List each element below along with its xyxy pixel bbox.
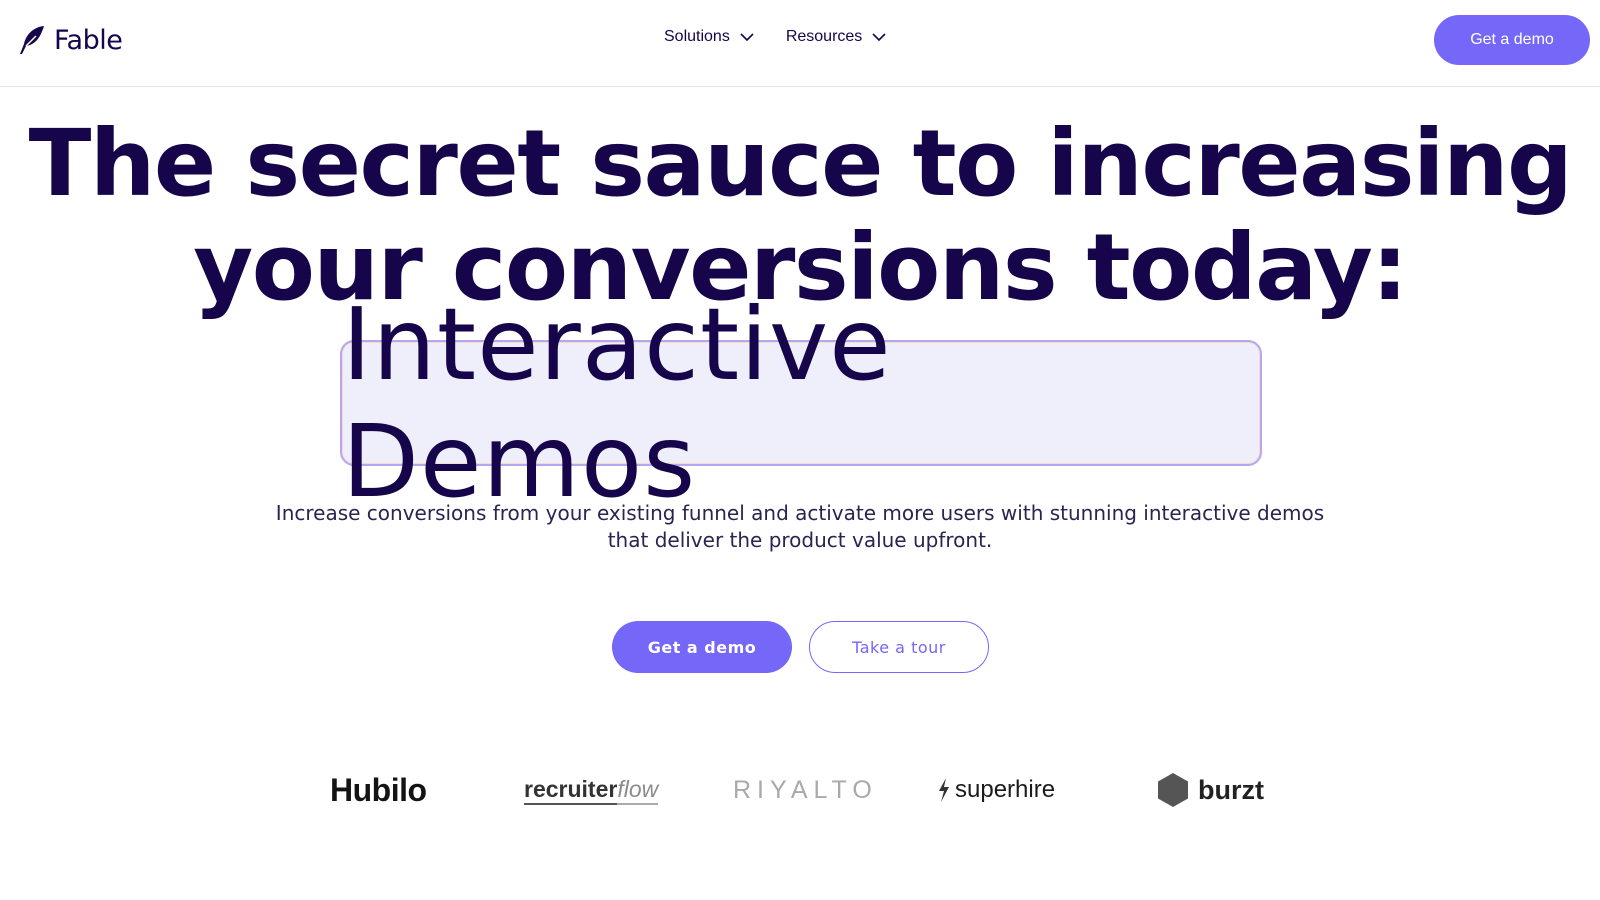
logo-burzt: burzt <box>1156 765 1264 815</box>
hexagon-icon <box>1158 773 1188 807</box>
nav-resources-label: Resources <box>785 28 863 45</box>
chevron-down-icon <box>872 32 886 41</box>
logo-riyalto-text: RIYALTO <box>733 775 878 804</box>
nav-solutions-label: Solutions <box>664 28 730 45</box>
chevron-down-icon <box>740 32 754 41</box>
site-header: Fable Solutions Resources Get a demo <box>0 0 1600 87</box>
logo-recruiterflow: recruiter flow <box>524 765 659 815</box>
hero-title-line1: The secret sauce to increasing <box>28 110 1573 217</box>
hero-subtitle: Increase conversions from your existing … <box>275 501 1325 552</box>
logo-hubilo: Hubilo <box>330 765 427 815</box>
logo-burzt-text: burzt <box>1198 774 1264 805</box>
logo-flow-text: flow <box>617 776 659 805</box>
logo-riyalto: RIYALTO <box>733 765 878 815</box>
fable-logo[interactable]: Fable <box>16 24 123 56</box>
main-nav: Solutions Resources <box>664 28 886 46</box>
brand-name: Fable <box>54 24 123 56</box>
nav-resources[interactable]: Resources <box>786 28 886 46</box>
nav-solutions[interactable]: Solutions <box>664 28 754 46</box>
logo-recruiter-text: recruiter <box>524 776 618 805</box>
logo-hubilo-text: Hubilo <box>330 771 427 808</box>
feather-icon <box>20 26 44 54</box>
logo-superhire-text: superhire <box>955 776 1056 803</box>
lightning-icon <box>939 778 949 802</box>
take-tour-button[interactable]: Take a tour <box>809 621 989 673</box>
header-get-demo-button[interactable]: Get a demo <box>1434 15 1590 65</box>
get-demo-button[interactable]: Get a demo <box>612 621 792 673</box>
highlight-text: Interactive Demos <box>342 286 892 520</box>
logo-superhire: superhire <box>937 765 1055 815</box>
client-logos: Hubilo recruiter flow RIYALTO superhire b… <box>0 765 1600 815</box>
highlight-box: Interactive Demos <box>340 286 1262 520</box>
